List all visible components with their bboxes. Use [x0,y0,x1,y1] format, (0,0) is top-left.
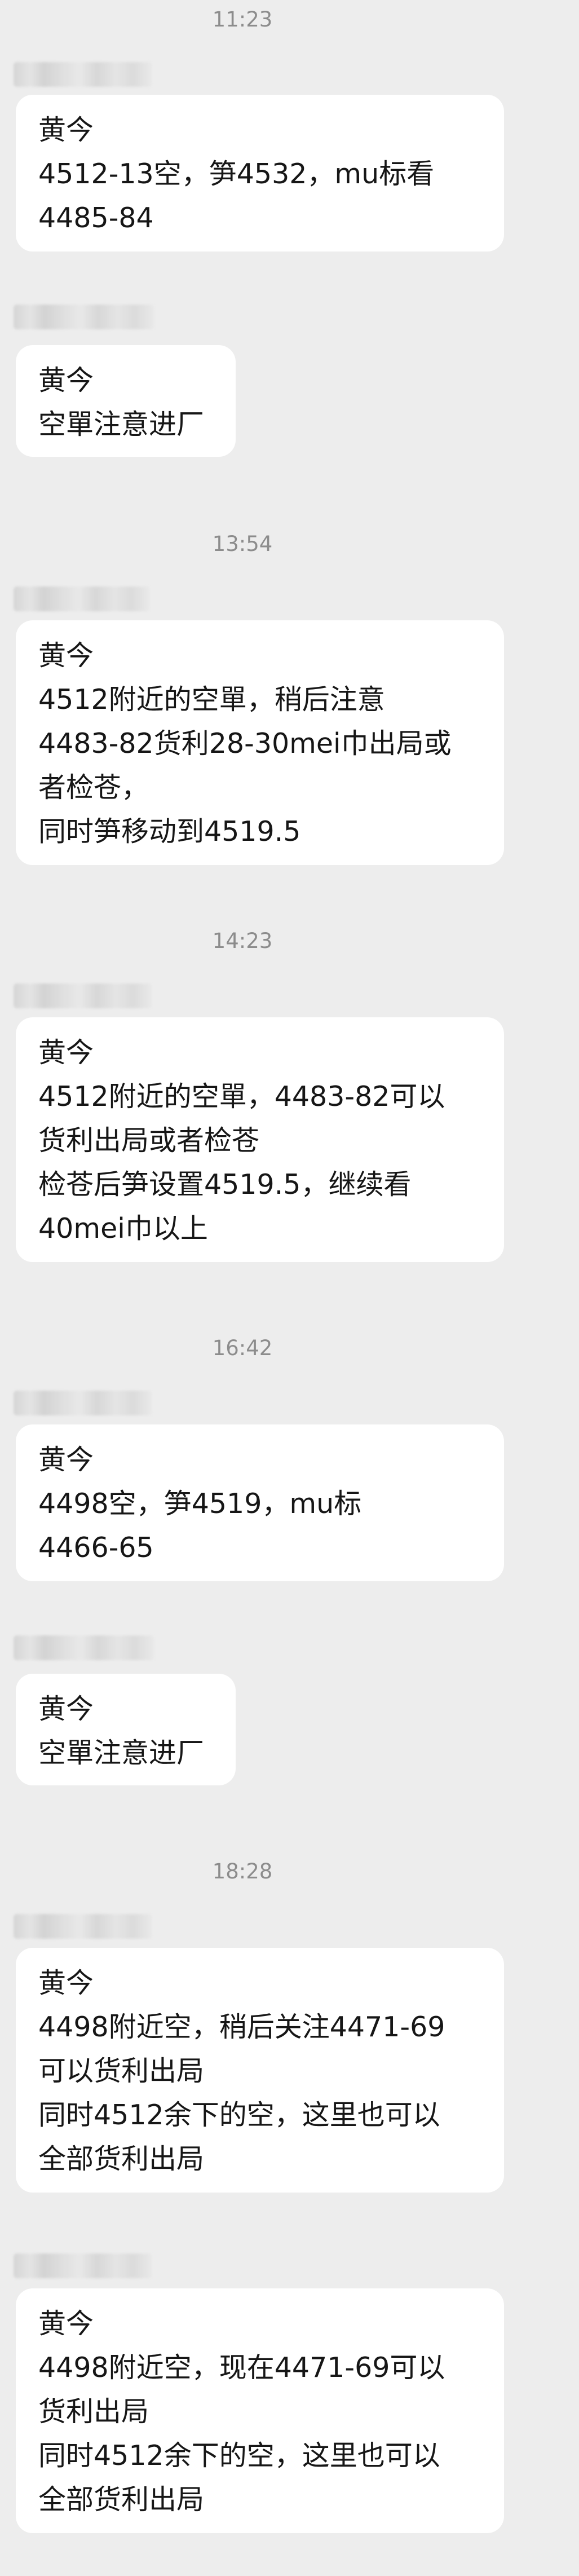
sender-name-redacted [14,305,154,329]
message-text-line: 全部货利出局 [38,2143,205,2175]
message-text-line: 同时4512余下的空，这里也可以 [38,2099,440,2131]
message-text-line: 可以货利出局 [38,2055,205,2087]
message-text-line: 货利出局 [38,2396,149,2428]
message-bubble[interactable]: 黄今 4512附近的空單，稍后注意 4483-82货利28-30mei巾出局或 … [16,620,504,865]
sender-name-redacted [14,62,152,87]
message-bubble[interactable]: 黄今 4512附近的空單，4483-82可以 货利出局或者检苍 检苍后笋设置45… [16,1017,504,1262]
sender-name-redacted [14,586,150,611]
message-bubble[interactable]: 黄今 空單注意进厂 [16,345,236,457]
message-text-line: 4512-13空，笋4532，mu标看 [38,158,435,190]
message-sender-name: 黄今 [38,2308,94,2340]
message-text-line: 同时笋移动到4519.5 [38,815,301,848]
message-sender-name: 黄今 [38,1444,94,1476]
message-sender-name: 黄今 [38,1693,94,1725]
message-text-line: 货利出局或者检苍 [38,1124,260,1157]
message-text-line: 4498附近空，现在4471-69可以 [38,2352,445,2384]
timestamp: 14:23 [212,929,273,953]
message-text-line: 4498附近空，稍后关注4471-69 [38,2011,445,2043]
message-text-line: 4466-65 [38,1532,154,1564]
message-bubble[interactable]: 黄今 空單注意进厂 [16,1674,236,1785]
message-text-line: 4512附近的空單，4483-82可以 [38,1080,445,1113]
message-text-line: 检苍后笋设置4519.5，继续看 [38,1168,412,1201]
timestamp: 16:42 [212,1336,273,1360]
timestamp: 11:23 [212,7,273,32]
sender-name-redacted [14,1391,152,1415]
message-text-line: 4485-84 [38,202,154,234]
message-sender-name: 黄今 [38,1036,94,1069]
message-sender-name: 黄今 [38,114,94,146]
message-text-line: 空單注意进厂 [38,408,205,440]
timestamp: 13:54 [212,532,273,556]
message-bubble[interactable]: 黄今 4512-13空，笋4532，mu标看 4485-84 [16,95,504,252]
message-bubble[interactable]: 黄今 4498附近空，稍后关注4471-69 可以货利出局 同时4512余下的空… [16,1948,504,2193]
sender-name-redacted [14,1914,152,1939]
message-text-line: 4498空，笋4519，mu标 [38,1488,362,1520]
sender-name-redacted [14,2253,152,2278]
message-bubble[interactable]: 黄今 4498附近空，现在4471-69可以 货利出局 同时4512余下的空，这… [16,2288,504,2533]
message-text-line: 4512附近的空單，稍后注意 [38,683,385,716]
message-bubble[interactable]: 黄今 4498空，笋4519，mu标 4466-65 [16,1424,504,1581]
sender-name-redacted [14,1635,154,1660]
sender-name-redacted [14,983,152,1008]
message-text-line: 4483-82货利28-30mei巾出局或 [38,727,452,760]
message-sender-name: 黄今 [38,1967,94,1999]
message-text-line: 全部货利出局 [38,2484,205,2516]
message-sender-name: 黄今 [38,364,94,396]
timestamp: 18:28 [212,1859,273,1884]
message-text-line: 40mei巾以上 [38,1212,208,1245]
message-text-line: 同时4512余下的空，这里也可以 [38,2440,440,2472]
message-sender-name: 黄今 [38,639,94,672]
chat-history[interactable]: 11:23 黄今 4512-13空，笋4532，mu标看 4485-84 黄今 … [0,0,579,2576]
message-text-line: 者检苍， [38,771,149,804]
message-text-line: 空單注意进厂 [38,1737,205,1769]
